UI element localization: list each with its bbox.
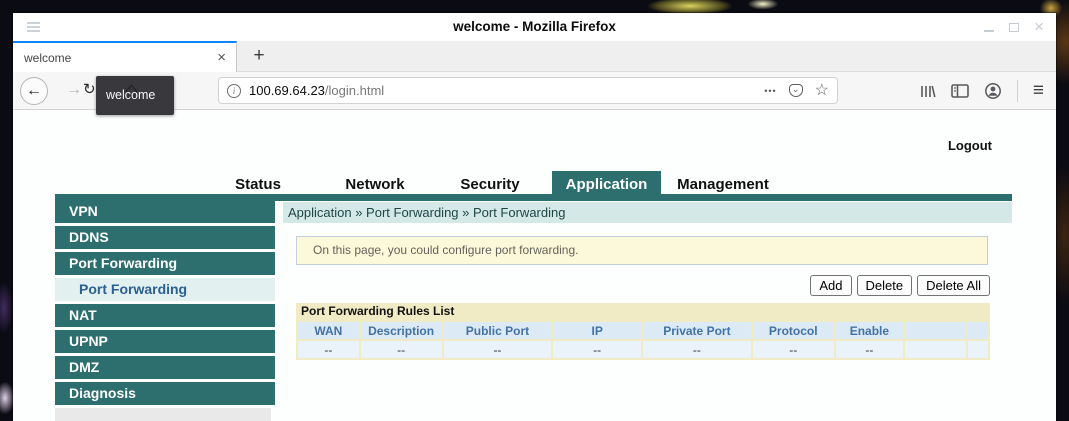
tooltip-text: welcome	[106, 76, 155, 115]
url-path: /login.html	[325, 83, 384, 98]
app-menu-icon[interactable]: ≡	[1033, 82, 1044, 100]
minimize-icon[interactable]	[984, 22, 994, 32]
tab-welcome[interactable]: welcome ×	[13, 41, 237, 72]
page-actions-icon[interactable]: •••	[764, 86, 776, 96]
window-title: welcome - Mozilla Firefox	[13, 13, 1056, 41]
tab-strip: welcome × +	[13, 41, 1056, 72]
back-icon[interactable]: ←	[20, 77, 48, 105]
sidebar-item-vpn[interactable]: VPN	[55, 200, 275, 223]
sidebar-item-upnp[interactable]: UPNP	[55, 330, 275, 353]
firefox-window: welcome - Mozilla Firefox × welcome × + …	[13, 13, 1056, 421]
tab-close-icon[interactable]: ×	[207, 49, 236, 66]
action-buttons: Add Delete Delete All	[810, 275, 990, 296]
page-hint: On this page, you could configure port f…	[296, 236, 988, 265]
sidebar: VPN DDNS Port Forwarding Port Forwarding…	[55, 200, 275, 408]
breadcrumb: Application » Port Forwarding » Port For…	[283, 202, 1012, 223]
cell-wan: --	[298, 341, 359, 358]
cell-ip: --	[553, 341, 641, 358]
port-forwarding-rules: Port Forwarding Rules List WAN Descripti…	[296, 303, 990, 360]
desktop-wallpaper: welcome - Mozilla Firefox × welcome × + …	[0, 0, 1069, 421]
sidebar-item-diagnosis[interactable]: Diagnosis	[55, 382, 275, 405]
col-enable: Enable	[836, 322, 903, 339]
site-info-icon[interactable]: i	[227, 84, 241, 98]
close-window-icon[interactable]: ×	[1034, 22, 1044, 32]
sidebar-subitem-port-forwarding[interactable]: Port Forwarding	[55, 278, 275, 301]
cell-public-port: --	[444, 341, 552, 358]
sidebar-footer	[55, 408, 271, 421]
col-empty-1	[905, 322, 966, 339]
rules-table: WAN Description Public Port IP Private P…	[296, 320, 990, 360]
sidebar-item-port-forwarding[interactable]: Port Forwarding	[55, 252, 275, 275]
table-row: -- -- -- -- -- -- --	[298, 341, 988, 358]
account-icon[interactable]	[984, 82, 1002, 100]
col-wan: WAN	[298, 322, 359, 339]
logout-link[interactable]: Logout	[948, 138, 992, 153]
maximize-icon[interactable]	[1009, 23, 1019, 32]
delete-all-button[interactable]: Delete All	[917, 275, 990, 296]
rules-list-title: Port Forwarding Rules List	[296, 303, 990, 320]
toolbar-divider	[1017, 80, 1018, 102]
cell-empty-1	[905, 341, 966, 358]
tab-label: welcome	[13, 51, 207, 65]
forward-icon[interactable]: →	[66, 81, 82, 99]
url-bar[interactable]: i 100.69.64.23 /login.html ••• ⌄ ☆	[218, 77, 838, 104]
library-icon[interactable]	[919, 83, 936, 100]
cell-empty-2	[968, 341, 988, 358]
bookmark-star-icon[interactable]: ☆	[815, 84, 829, 98]
sidebars-icon[interactable]	[951, 83, 969, 99]
sidebar-item-dmz[interactable]: DMZ	[55, 356, 275, 379]
col-ip: IP	[553, 322, 641, 339]
sidebar-item-ddns[interactable]: DDNS	[55, 226, 275, 249]
col-public-port: Public Port	[444, 322, 552, 339]
col-empty-2	[968, 322, 988, 339]
cell-private-port: --	[643, 341, 751, 358]
col-protocol: Protocol	[753, 322, 834, 339]
new-tab-button[interactable]: +	[245, 41, 273, 72]
pocket-icon[interactable]: ⌄	[789, 84, 803, 97]
add-button[interactable]: Add	[810, 275, 851, 296]
cell-enable: --	[836, 341, 903, 358]
sidebar-item-nat[interactable]: NAT	[55, 304, 275, 327]
col-private-port: Private Port	[643, 322, 751, 339]
title-bar: welcome - Mozilla Firefox ×	[13, 13, 1056, 41]
reload-icon[interactable]: ↻	[83, 80, 96, 98]
delete-button[interactable]: Delete	[857, 275, 913, 296]
url-host: 100.69.64.23	[249, 83, 325, 98]
cell-protocol: --	[753, 341, 834, 358]
col-description: Description	[361, 322, 442, 339]
rules-header-row: WAN Description Public Port IP Private P…	[298, 322, 988, 339]
cell-description: --	[361, 341, 442, 358]
router-page: Logout Status Network Security Applicati…	[13, 110, 1056, 421]
tooltip: ⌂ welcome	[96, 76, 174, 115]
